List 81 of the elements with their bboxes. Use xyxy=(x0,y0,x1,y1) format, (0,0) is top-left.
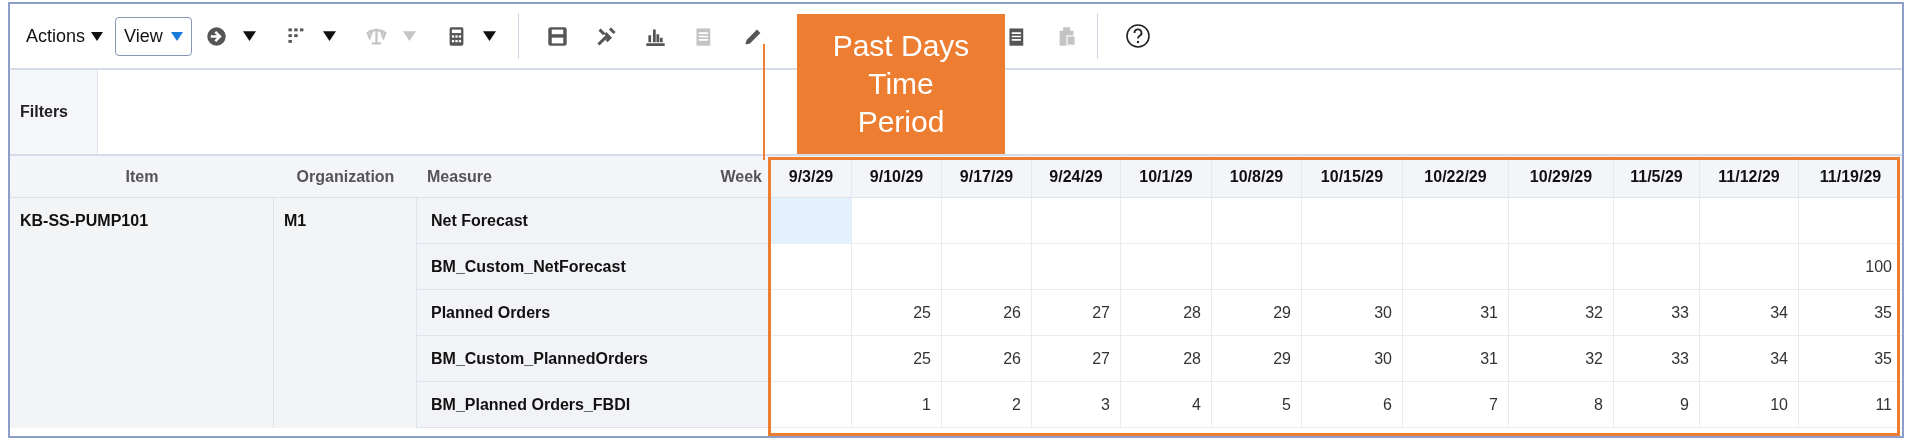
table-cell[interactable]: 8 xyxy=(1508,382,1613,428)
table-cell[interactable]: 32 xyxy=(1508,290,1613,336)
week-header: 9/17/29 xyxy=(941,156,1031,198)
table-cell[interactable] xyxy=(941,198,1031,244)
caret-icon[interactable] xyxy=(482,31,496,41)
table-cell[interactable]: 27 xyxy=(1031,290,1120,336)
table-cell[interactable]: 26 xyxy=(941,336,1031,382)
week-header: 11/5/29 xyxy=(1613,156,1699,198)
measure-cell: BM_Custom_NetForecast xyxy=(417,244,770,290)
table-cell[interactable]: 3 xyxy=(1031,382,1120,428)
table-cell[interactable]: 1 xyxy=(851,382,941,428)
table-cell[interactable]: 7 xyxy=(1402,382,1508,428)
table-cell[interactable]: 29 xyxy=(1211,290,1301,336)
help-icon[interactable] xyxy=(1124,23,1151,49)
measure-cell: BM_Planned Orders_FBDI xyxy=(417,382,770,428)
table-cell[interactable]: 30 xyxy=(1301,336,1402,382)
caret-icon xyxy=(91,31,104,41)
callout-label: Past Days Time Period xyxy=(797,14,1005,154)
table-cell[interactable]: 26 xyxy=(941,290,1031,336)
organization-cell: M1 xyxy=(274,198,417,428)
table-cell[interactable]: 34 xyxy=(1699,336,1798,382)
week-header: 11/12/29 xyxy=(1699,156,1798,198)
table-cell[interactable]: 9 xyxy=(1613,382,1699,428)
week-header: 9/24/29 xyxy=(1031,156,1120,198)
table-cell[interactable]: 10 xyxy=(1699,382,1798,428)
table-cell[interactable] xyxy=(1301,198,1402,244)
table-cell[interactable] xyxy=(851,198,941,244)
column-header: Organization xyxy=(274,156,417,198)
caret-icon xyxy=(170,31,183,41)
week-header: 11/19/29 xyxy=(1798,156,1902,198)
table-cell[interactable]: 33 xyxy=(1613,336,1699,382)
table-cell[interactable] xyxy=(1798,198,1902,244)
table-cell[interactable]: 33 xyxy=(1613,290,1699,336)
caret-icon[interactable] xyxy=(322,31,336,41)
arrow-circle-icon[interactable] xyxy=(204,24,228,48)
column-header: Item xyxy=(10,156,274,198)
table-cell[interactable] xyxy=(851,244,941,290)
table-cell[interactable] xyxy=(1031,198,1120,244)
week-header: 10/15/29 xyxy=(1301,156,1402,198)
table-cell[interactable]: 4 xyxy=(1120,382,1211,428)
item-cell: KB-SS-PUMP101 xyxy=(10,198,274,428)
week-header: 10/8/29 xyxy=(1211,156,1301,198)
week-header: 9/10/29 xyxy=(851,156,941,198)
table-cell[interactable]: 29 xyxy=(1211,336,1301,382)
table-cell[interactable]: 6 xyxy=(1301,382,1402,428)
table-cell[interactable]: 2 xyxy=(941,382,1031,428)
table-cell[interactable]: 27 xyxy=(1031,336,1120,382)
table-cell[interactable]: 100 xyxy=(1798,244,1902,290)
measure-cell: BM_Custom_PlannedOrders xyxy=(417,336,770,382)
table-cell[interactable]: 25 xyxy=(851,336,941,382)
week-header: 10/1/29 xyxy=(1120,156,1211,198)
table-cell[interactable]: 35 xyxy=(1798,336,1902,382)
table-cell[interactable]: 28 xyxy=(1120,336,1211,382)
caret-icon[interactable] xyxy=(242,31,256,41)
table-cell[interactable]: 5 xyxy=(1211,382,1301,428)
table-cell[interactable] xyxy=(1120,198,1211,244)
table-cell[interactable] xyxy=(1508,198,1613,244)
view-button[interactable]: View xyxy=(115,16,192,56)
table-cell[interactable] xyxy=(1613,198,1699,244)
table-cell[interactable]: 30 xyxy=(1301,290,1402,336)
table-cell[interactable] xyxy=(1402,198,1508,244)
table-cell[interactable]: 31 xyxy=(1402,336,1508,382)
table-cell[interactable]: 34 xyxy=(1699,290,1798,336)
save-icon[interactable] xyxy=(545,24,569,48)
table-cell[interactable]: 31 xyxy=(1402,290,1508,336)
week-header: 9/3/29 xyxy=(770,156,851,198)
table-cell[interactable] xyxy=(1211,198,1301,244)
actions-menu[interactable]: Actions xyxy=(20,19,110,53)
table-cell[interactable]: 32 xyxy=(1508,336,1613,382)
week-header: 10/29/29 xyxy=(1508,156,1613,198)
table-cell[interactable]: 25 xyxy=(851,290,941,336)
table-cell[interactable] xyxy=(770,198,851,244)
column-header: Measure Week xyxy=(417,156,770,198)
table-cell[interactable]: 28 xyxy=(1120,290,1211,336)
filters-label: Filters xyxy=(10,70,98,154)
table-cell[interactable] xyxy=(1699,198,1798,244)
measure-cell: Net Forecast xyxy=(417,198,770,244)
table-cell[interactable]: 35 xyxy=(1798,290,1902,336)
table-cell[interactable]: 11 xyxy=(1798,382,1902,428)
week-header: 10/22/29 xyxy=(1402,156,1508,198)
measure-cell: Planned Orders xyxy=(417,290,770,336)
